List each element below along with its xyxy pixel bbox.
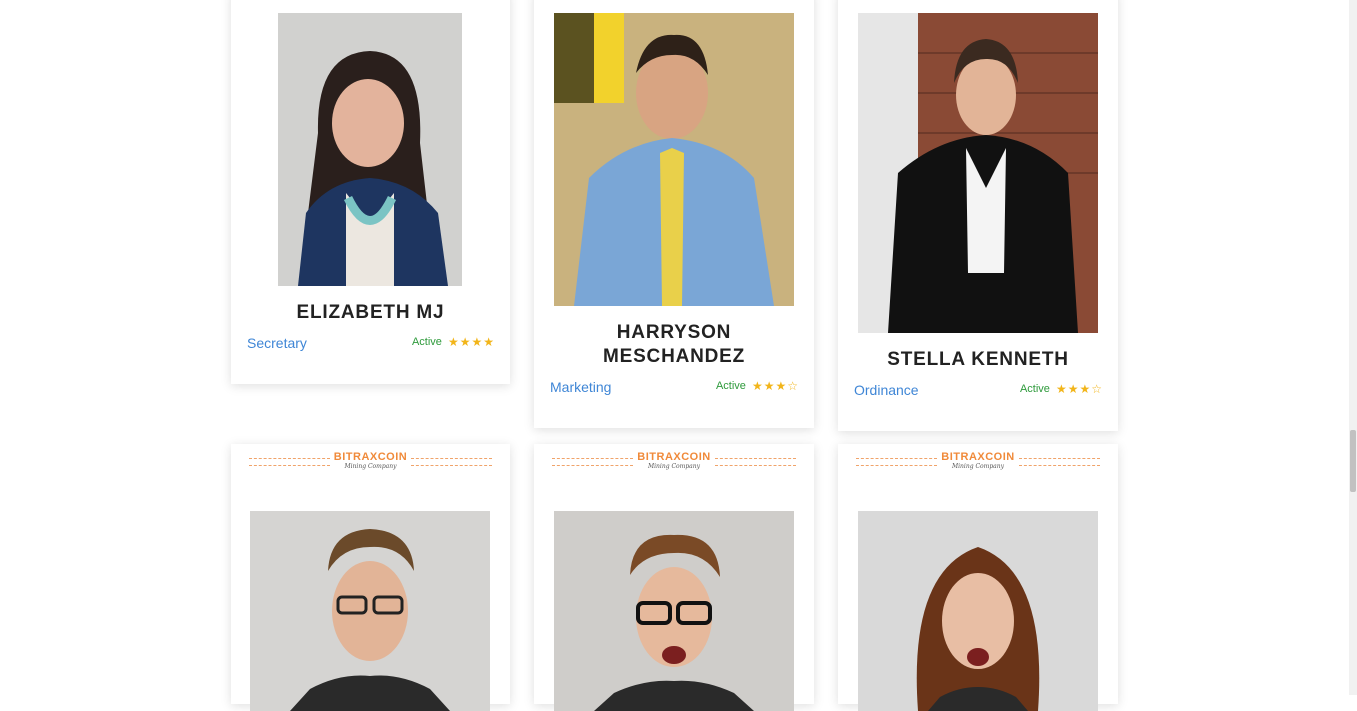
profile-photo: [278, 13, 462, 286]
profile-photo: [858, 511, 1098, 711]
team-card-row2-3: BITRAXCOIN Mining Company: [838, 444, 1118, 711]
company-logo: BITRAXCOIN Mining Company: [249, 444, 493, 480]
scrollbar-thumb[interactable]: [1350, 430, 1356, 492]
star-icon: ★: [775, 379, 787, 393]
profile-photo: [858, 13, 1098, 333]
star-outline-icon: ☆: [1091, 382, 1102, 396]
star-icon: ★: [483, 335, 494, 349]
star-outline-icon: ☆: [787, 379, 798, 393]
star-icon: ★: [1067, 382, 1079, 396]
member-role-link[interactable]: Marketing: [550, 379, 611, 395]
member-name: ELIZABETH MJ: [296, 302, 445, 323]
member-name: HARRYSON MESCHANDEZ: [602, 322, 746, 367]
team-card-row2-1: BITRAXCOIN Mining Company: [231, 444, 510, 711]
member-role-link[interactable]: Ordinance: [854, 382, 919, 398]
team-card-harryson: HARRYSON MESCHANDEZ Marketing Active ★ ★…: [534, 0, 814, 428]
star-icon: ★: [1079, 382, 1091, 396]
star-icon: ★: [447, 335, 459, 349]
star-icon: ★: [751, 379, 763, 393]
status-rating: Active ★ ★ ★ ☆: [716, 380, 798, 392]
status-label: Active: [715, 380, 746, 392]
status-rating: Active ★ ★ ★ ☆: [1020, 383, 1102, 395]
status-rating: Active ★ ★ ★ ★: [412, 336, 494, 348]
star-icon: ★: [1055, 382, 1067, 396]
team-card-elizabeth: ELIZABETH MJ Secretary Active ★ ★ ★ ★: [231, 0, 510, 384]
rating-stars: ★ ★ ★ ★: [448, 336, 494, 348]
company-logo: BITRAXCOIN Mining Company: [856, 444, 1101, 480]
star-icon: ★: [763, 379, 775, 393]
company-logo: BITRAXCOIN Mining Company: [552, 444, 797, 480]
star-icon: ★: [471, 335, 483, 349]
profile-photo: [554, 511, 794, 711]
rating-stars: ★ ★ ★ ☆: [752, 380, 798, 392]
team-card-stella: STELLA KENNETH Ordinance Active ★ ★ ★ ☆: [838, 0, 1118, 431]
profile-photo: [554, 13, 794, 306]
page-scrollbar[interactable]: [1349, 0, 1357, 695]
status-label: Active: [411, 336, 442, 348]
profile-photo: [250, 511, 490, 711]
star-icon: ★: [459, 335, 471, 349]
status-label: Active: [1019, 383, 1050, 395]
member-name: STELLA KENNETH: [887, 349, 1069, 370]
team-card-row2-2: BITRAXCOIN Mining Company: [534, 444, 814, 711]
rating-stars: ★ ★ ★ ☆: [1056, 383, 1102, 395]
member-role-link[interactable]: Secretary: [247, 335, 307, 351]
